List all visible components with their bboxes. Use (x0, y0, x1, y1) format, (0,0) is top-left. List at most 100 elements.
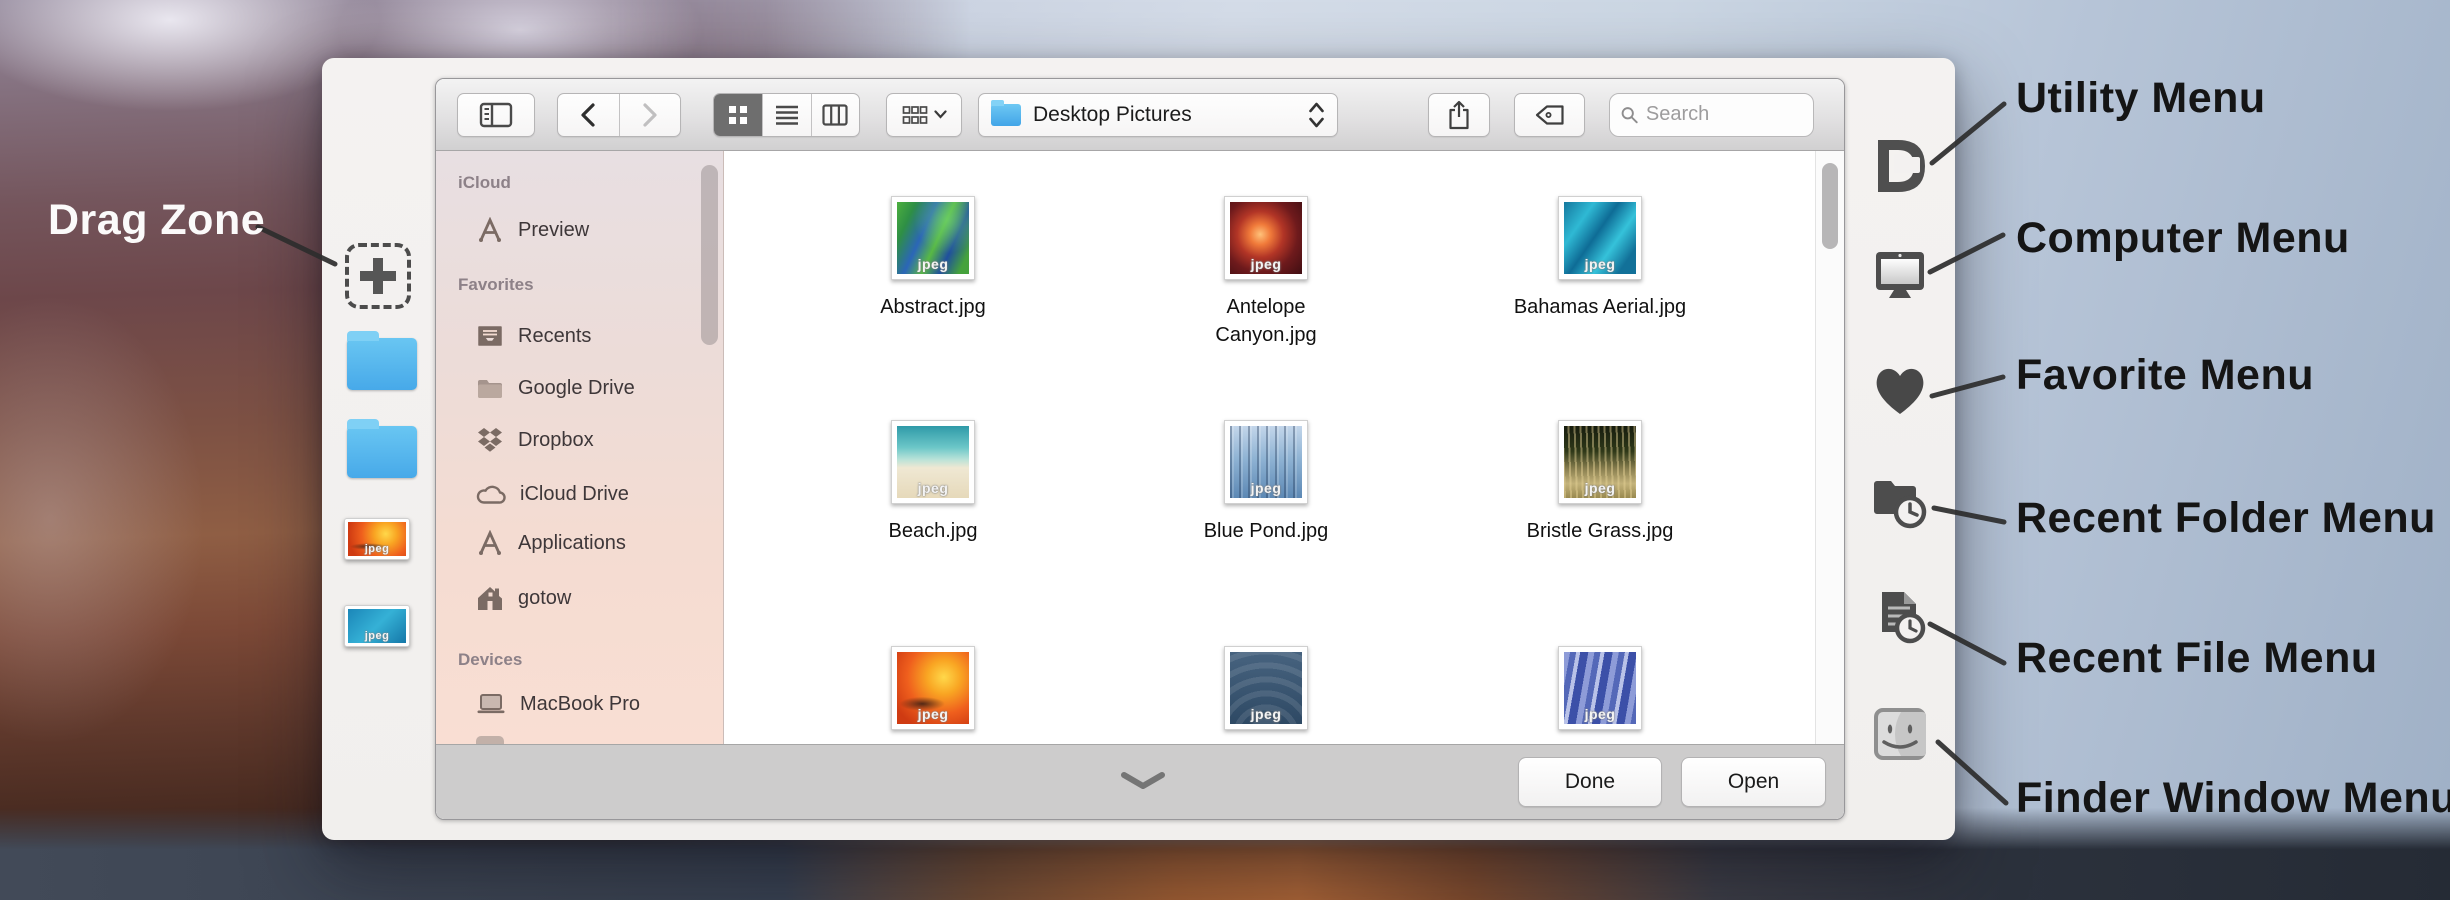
sidebar-item-applications[interactable]: Applications (476, 523, 626, 563)
applications-icon (479, 530, 501, 555)
list-view-icon (776, 105, 798, 125)
jpeg-badge: jpeg (917, 480, 949, 496)
search-field[interactable] (1609, 92, 1814, 137)
sidebar-item-label: Applications (518, 531, 626, 554)
dragged-image-chip[interactable]: jpeg (344, 518, 410, 560)
search-icon (1621, 106, 1638, 123)
recent-folder-icon (1874, 481, 1927, 529)
sidebar-item-label: gotow (518, 586, 572, 609)
dialog-bottom-bar: Done Open (436, 744, 1844, 819)
tag-button[interactable] (1514, 92, 1585, 137)
jpeg-badge: jpeg (364, 630, 390, 642)
jpeg-badge: jpeg (1250, 706, 1282, 722)
icon-view-button[interactable] (714, 93, 763, 136)
sidebar-item-google-drive[interactable]: Google Drive (476, 368, 635, 408)
drag-zone-add-target[interactable] (345, 243, 411, 309)
heart-icon (1876, 368, 1924, 414)
jpeg-badge: jpeg (917, 706, 949, 722)
drag-zone-label: Drag Zone (48, 196, 266, 244)
recent-folder-menu-button[interactable] (1868, 472, 1932, 536)
laptop-icon (477, 694, 505, 714)
file-item[interactable]: jpeg Beach.jpg (783, 420, 1083, 545)
folder-icon (478, 380, 502, 398)
recent-file-menu-label: Recent File Menu (2016, 634, 2378, 682)
jpeg-badge: jpeg (1584, 706, 1616, 722)
dragged-folder-icon[interactable] (347, 419, 417, 478)
folder-icon (991, 99, 1021, 126)
finder-icon (1874, 708, 1926, 760)
finder-window-menu-button[interactable] (1868, 702, 1932, 766)
stepper-icon (1309, 102, 1324, 127)
file-item[interactable]: jpeg Bahamas Aerial.jpg (1450, 196, 1750, 321)
utility-menu-label: Utility Menu (2016, 74, 2266, 122)
sidebar-scrollbar-thumb[interactable] (701, 165, 718, 345)
chevron-down-icon (933, 110, 947, 119)
search-input[interactable] (1645, 103, 1803, 126)
file-item[interactable]: jpeg Blue Pond.jpg (1116, 420, 1416, 545)
file-name: Beach.jpg (888, 520, 978, 542)
file-name: Bahamas Aerial.jpg (1513, 296, 1687, 318)
column-view-icon (822, 103, 848, 126)
sidebar-item-label: iCloud Drive (520, 482, 629, 505)
folder-path-popup[interactable]: Desktop Pictures (978, 92, 1338, 137)
computer-menu-label: Computer Menu (2016, 214, 2350, 262)
sidebar-item-label: Google Drive (518, 376, 635, 399)
dragged-folder-icon[interactable] (347, 331, 417, 390)
toolbar: Desktop Pictures (436, 79, 1844, 151)
list-view-button[interactable] (762, 93, 810, 136)
file-name: Blue Pond.jpg (1203, 520, 1329, 542)
share-button[interactable] (1428, 92, 1490, 137)
column-view-button[interactable] (810, 93, 859, 136)
file-name: Antelope Canyon.jpg (1215, 296, 1317, 346)
recent-file-icon (1882, 592, 1926, 644)
jpeg-badge: jpeg (1584, 480, 1616, 496)
file-item[interactable]: jpeg (783, 646, 1083, 743)
file-name: Bristle Grass.jpg (1526, 520, 1674, 542)
back-button[interactable] (558, 94, 619, 136)
finder-window-menu-label: Finder Window Menu (2016, 774, 2450, 822)
sidebar-item-label: Preview (518, 218, 590, 241)
scrollbar-track (1815, 151, 1844, 744)
sidebar-item-dropbox[interactable]: Dropbox (476, 420, 594, 460)
sidebar-toggle-icon (479, 102, 513, 127)
file-item[interactable]: jpeg Bristle Grass.jpg (1450, 420, 1750, 545)
cloud-icon (476, 485, 506, 504)
file-item[interactable]: jpeg (1450, 646, 1750, 743)
sidebar-item-preview[interactable]: Preview (476, 210, 589, 250)
sidebar-item-label: Recents (518, 324, 592, 347)
recent-folder-menu-label: Recent Folder Menu (2016, 494, 2436, 542)
utility-menu-button[interactable] (1868, 134, 1932, 198)
sidebar-item-macbook-pro[interactable]: MacBook Pro (476, 684, 640, 724)
file-item[interactable]: jpeg Abstract.jpg (783, 196, 1083, 321)
sidebar: iCloud Preview Favorites Recents Google … (436, 151, 724, 744)
forward-icon (643, 102, 657, 127)
computer-menu-button[interactable] (1868, 246, 1932, 310)
sidebar-toggle-button[interactable] (457, 92, 535, 137)
group-by-button[interactable] (886, 92, 962, 137)
favorite-menu-button[interactable] (1868, 358, 1932, 422)
scrollbar-thumb[interactable] (1822, 163, 1838, 249)
home-icon (478, 587, 502, 610)
file-item[interactable]: jpeg Antelope Canyon.jpg (1116, 196, 1416, 349)
sidebar-item-label: Dropbox (518, 428, 594, 451)
sidebar-item-recents[interactable]: Recents (476, 316, 591, 356)
image-thumbnail: jpeg (348, 609, 406, 643)
open-button[interactable]: Open (1681, 757, 1826, 807)
sidebar-section-favorites: Favorites (458, 275, 534, 294)
plus-icon (373, 258, 383, 294)
jpeg-badge: jpeg (364, 543, 390, 555)
sidebar-item-icloud-drive[interactable]: iCloud Drive (476, 474, 629, 514)
sidebar-item-home-gotow[interactable]: gotow (476, 578, 571, 618)
jpeg-badge: jpeg (917, 256, 949, 272)
sidebar-item-label: MacBook Pro (520, 692, 641, 715)
recent-file-menu-button[interactable] (1868, 586, 1932, 650)
file-browser-window: Desktop Pictures Search iCloud Preview F… (435, 78, 1845, 820)
group-by-icon (902, 105, 927, 124)
forward-button[interactable] (618, 93, 680, 136)
file-item[interactable]: jpeg (1116, 646, 1416, 743)
collapse-chevron-button[interactable] (1121, 771, 1165, 791)
dragged-image-chip[interactable]: jpeg (344, 605, 410, 647)
grid-view-icon (729, 105, 748, 124)
done-button[interactable]: Done (1518, 757, 1662, 807)
image-thumbnail: jpeg (348, 522, 406, 556)
